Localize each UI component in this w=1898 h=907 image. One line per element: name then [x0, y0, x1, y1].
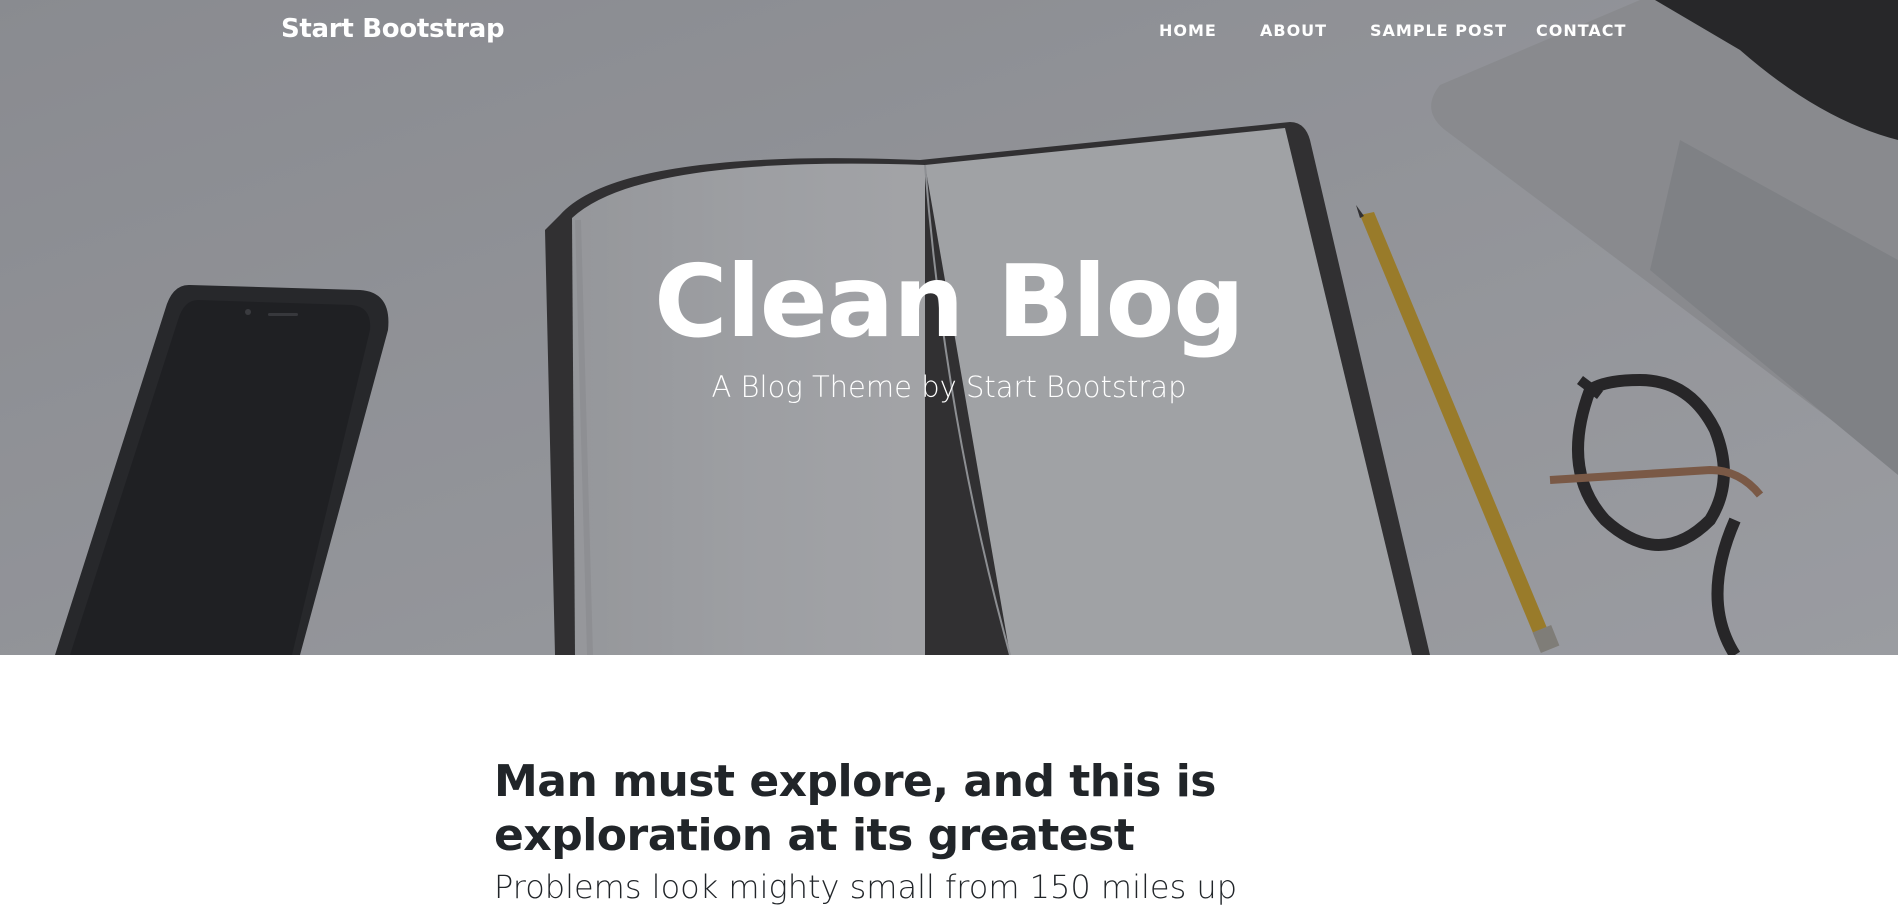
main-content: Man must explore, and this is exploratio…	[494, 755, 1294, 907]
nav-contact-link[interactable]: CONTACT	[1536, 21, 1626, 40]
post-title[interactable]: Man must explore, and this is exploratio…	[494, 755, 1294, 863]
post-preview[interactable]: Man must explore, and this is exploratio…	[494, 755, 1294, 907]
navbar: Start Bootstrap HOME ABOUT SAMPLE POST C…	[0, 0, 1898, 62]
site-subtitle: A Blog Theme by Start Bootstrap	[711, 370, 1187, 404]
site-title: Clean Blog	[654, 243, 1245, 360]
nav-about-link[interactable]: ABOUT	[1260, 21, 1327, 40]
nav-sample-post-link[interactable]: SAMPLE POST	[1370, 21, 1507, 40]
masthead: Start Bootstrap HOME ABOUT SAMPLE POST C…	[0, 0, 1898, 655]
post-subtitle[interactable]: Problems look mighty small from 150 mile…	[494, 867, 1294, 907]
site-heading: Clean Blog A Blog Theme by Start Bootstr…	[0, 243, 1898, 406]
navbar-brand[interactable]: Start Bootstrap	[281, 14, 505, 44]
nav-home-link[interactable]: HOME	[1159, 21, 1217, 40]
